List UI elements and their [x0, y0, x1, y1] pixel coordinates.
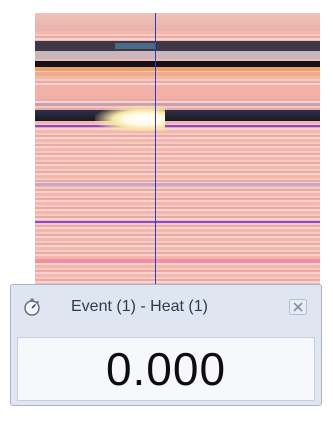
timer-header: Event (1) - Heat (1)	[11, 285, 321, 329]
image-band	[35, 183, 320, 186]
image-band	[35, 41, 320, 51]
image-band	[35, 125, 320, 127]
image-band	[35, 51, 320, 59]
image-band	[35, 103, 320, 106]
image-band	[35, 110, 320, 121]
image-band	[115, 43, 155, 49]
finish-line-cursor[interactable]	[155, 13, 156, 293]
close-icon[interactable]	[289, 299, 307, 315]
image-band	[35, 259, 320, 263]
app-scene: Event (1) - Heat (1) 0.000	[0, 0, 333, 426]
timer-panel: Event (1) - Heat (1) 0.000	[10, 284, 322, 406]
timer-value: 0.000	[105, 343, 227, 395]
image-band	[35, 67, 320, 71]
image-band	[35, 85, 320, 99]
timer-title: Event (1) - Heat (1)	[71, 298, 208, 315]
timer-display: 0.000	[17, 337, 315, 401]
image-band	[35, 73, 320, 76]
stopwatch-icon	[23, 298, 41, 316]
image-band	[35, 13, 320, 31]
finish-line-image	[35, 13, 320, 293]
image-band	[35, 221, 320, 223]
